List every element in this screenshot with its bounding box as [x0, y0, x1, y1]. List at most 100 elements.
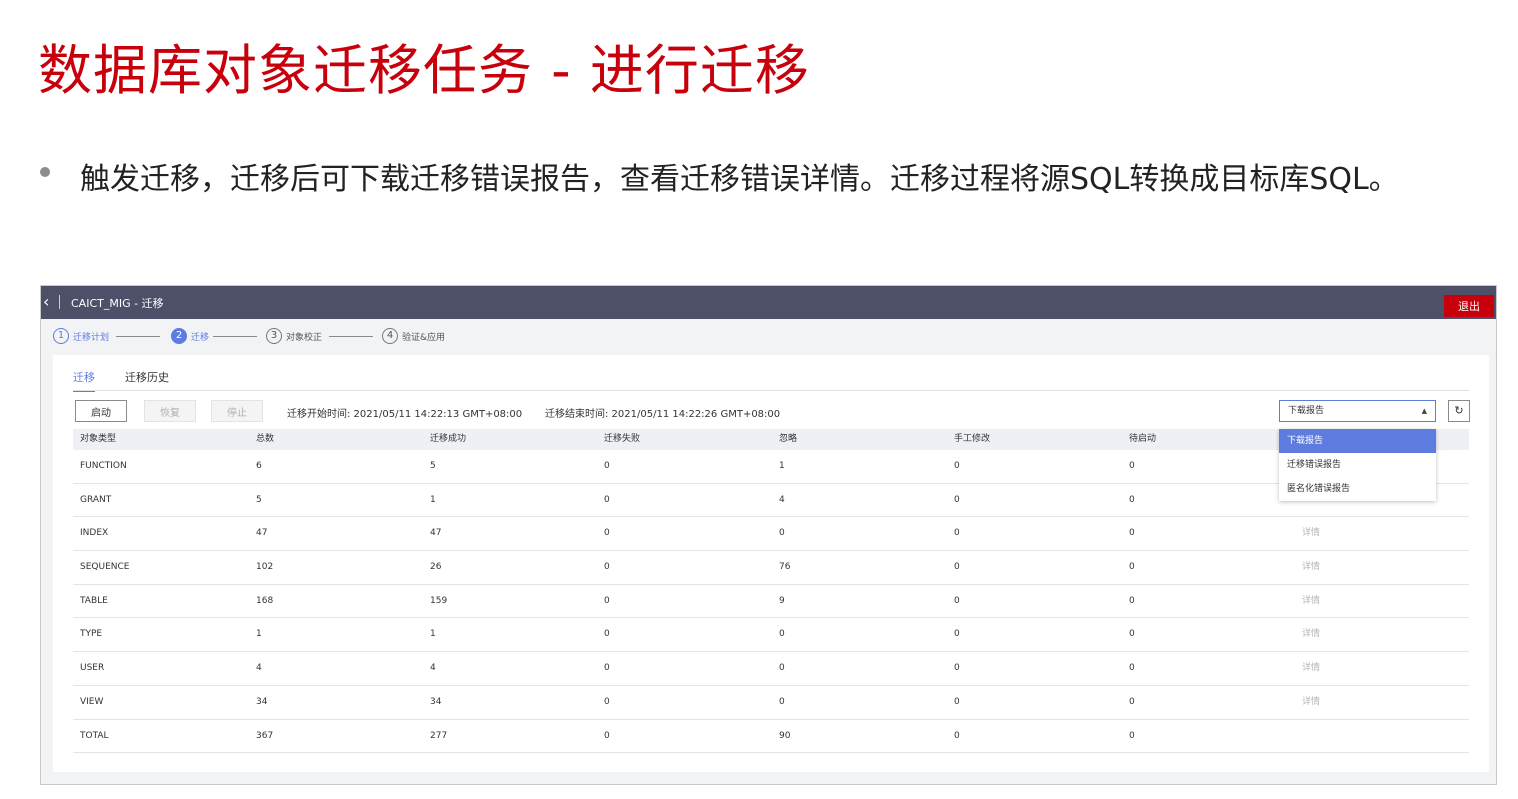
divider [59, 295, 60, 309]
table-row: TABLE 168 159 0 9 0 0 详情 [73, 585, 1469, 619]
table-cell: 0 [604, 528, 610, 539]
column-header: 迁移失败 [604, 434, 641, 444]
refresh-icon: ↻ [1454, 404, 1464, 417]
table-cell: 0 [604, 461, 610, 471]
details-link[interactable]: 详情 [1302, 618, 1320, 651]
app-screenshot: ‹ CAICT_MIG - 迁移 退出 1 迁移计划 2 迁移 3 对象校正 4… [40, 285, 1497, 785]
end-time: 迁移结束时间: 2021/05/11 14:22:26 GMT+08:00 [545, 409, 781, 420]
table-cell: TABLE [80, 595, 108, 606]
step-number: 3 [266, 328, 282, 344]
table-cell: 47 [256, 528, 268, 539]
resume-button[interactable]: 恢复 [144, 400, 196, 422]
report-dropdown-menu: 下载报告 迁移错误报告 匿名化错误报告 [1279, 429, 1436, 501]
table-cell: 5 [430, 461, 436, 471]
step-number: 1 [53, 328, 69, 344]
table-row: USER 4 4 0 0 0 0 详情 [73, 652, 1469, 686]
task-title: CAICT_MIG - 迁移 [71, 297, 164, 310]
table-row: TOTAL 367 277 0 90 0 0 [73, 720, 1469, 754]
step-number: 2 [171, 328, 187, 344]
table-cell: 0 [604, 629, 610, 640]
table-cell: SEQUENCE [80, 562, 130, 573]
table-header: 对象类型 总数 迁移成功 迁移失败 忽略 手工修改 待启动 [73, 429, 1469, 450]
details-link[interactable]: 详情 [1302, 652, 1320, 685]
table-cell: 367 [256, 730, 274, 741]
table-cell: 1 [430, 629, 436, 640]
table-cell: FUNCTION [80, 461, 127, 471]
table-cell: 0 [1129, 595, 1135, 606]
table-cell: 277 [430, 730, 448, 741]
step-object-correction[interactable]: 3 对象校正 [266, 327, 322, 345]
step-connector [213, 336, 257, 337]
column-header: 对象类型 [80, 434, 117, 444]
details-link[interactable]: 详情 [1302, 517, 1320, 550]
table-cell: 90 [779, 730, 791, 741]
table-cell: 9 [779, 595, 785, 606]
table-cell: 1 [256, 629, 262, 640]
table-cell: 0 [1129, 663, 1135, 674]
table-cell: GRANT [80, 494, 112, 505]
exit-button[interactable]: 退出 [1444, 295, 1494, 317]
menu-item-migration-error-report[interactable]: 迁移错误报告 [1279, 453, 1436, 477]
table-cell: 34 [430, 696, 442, 707]
menu-item-anonymization-error-report[interactable]: 匿名化错误报告 [1279, 477, 1436, 501]
table-cell: 0 [954, 595, 960, 606]
table-cell: 0 [604, 663, 610, 674]
table-cell: 102 [256, 562, 274, 573]
table-cell: 0 [604, 494, 610, 505]
progress-stepper: 1 迁移计划 2 迁移 3 对象校正 4 验证&应用 [53, 327, 653, 347]
step-migration[interactable]: 2 迁移 [171, 327, 209, 345]
table-cell: 159 [430, 595, 448, 606]
table-cell: 34 [256, 696, 268, 707]
details-link[interactable]: 详情 [1302, 551, 1320, 584]
table-cell: 0 [954, 730, 960, 741]
table-cell: VIEW [80, 696, 104, 707]
step-label: 迁移计划 [73, 332, 110, 343]
table-cell: 0 [1129, 562, 1135, 573]
step-label: 迁移 [191, 332, 210, 343]
migration-panel: 迁移 迁移历史 启动 恢复 停止 迁移开始时间: 2021/05/11 14:2… [53, 355, 1489, 772]
table-cell: 1 [779, 461, 785, 471]
table-cell: 0 [1129, 528, 1135, 539]
refresh-button[interactable]: ↻ [1448, 400, 1470, 422]
table-cell: TYPE [80, 629, 103, 640]
step-number: 4 [382, 328, 398, 344]
top-bar: ‹ CAICT_MIG - 迁移 退出 [41, 286, 1496, 319]
migration-table: 对象类型 总数 迁移成功 迁移失败 忽略 手工修改 待启动 FUNCTION 6 5 0 1 0 0 GR… [73, 429, 1469, 754]
step-label: 对象校正 [286, 332, 323, 343]
back-arrow-icon[interactable]: ‹ [43, 293, 57, 311]
table-cell: 0 [1129, 494, 1135, 505]
tab-migration[interactable]: 迁移 [73, 369, 95, 392]
table-row: FUNCTION 6 5 0 1 0 0 [73, 450, 1469, 484]
start-time: 迁移开始时间: 2021/05/11 14:22:13 GMT+08:00 [287, 409, 523, 420]
table-cell: 4 [779, 494, 785, 505]
stop-button[interactable]: 停止 [211, 400, 263, 422]
table-cell: 0 [779, 629, 785, 640]
table-cell: 0 [779, 696, 785, 707]
start-button[interactable]: 启动 [75, 400, 127, 422]
table-row: GRANT 5 1 0 4 0 0 [73, 484, 1469, 518]
table-cell: 0 [954, 562, 960, 573]
divider [73, 390, 1469, 391]
table-cell: 4 [430, 663, 436, 674]
table-cell: 6 [256, 461, 262, 471]
tab-migration-history[interactable]: 迁移历史 [125, 369, 169, 390]
bullet-text: 触发迁移，迁移后可下载迁移错误报告，查看迁移错误详情。迁移过程将源SQL转换成目… [80, 162, 1399, 197]
table-cell: 0 [1129, 696, 1135, 707]
table-row: INDEX 47 47 0 0 0 0 详情 [73, 517, 1469, 552]
column-header: 忽略 [779, 434, 798, 444]
step-label: 验证&应用 [402, 332, 446, 343]
caret-up-icon: ▲ [1421, 407, 1427, 415]
table-cell: 0 [604, 696, 610, 707]
step-verify-apply[interactable]: 4 验证&应用 [382, 327, 445, 345]
menu-item-download-report[interactable]: 下载报告 [1279, 429, 1436, 453]
step-migration-plan[interactable]: 1 迁移计划 [53, 327, 109, 345]
step-connector [329, 336, 373, 337]
table-cell: INDEX [80, 528, 109, 539]
table-cell: 168 [256, 595, 274, 606]
table-cell: 26 [430, 562, 442, 573]
details-link[interactable]: 详情 [1302, 585, 1320, 618]
table-row: VIEW 34 34 0 0 0 0 详情 [73, 686, 1469, 720]
report-select[interactable]: 下载报告 ▲ [1279, 400, 1436, 422]
bullet-dot-icon [40, 167, 50, 177]
details-link[interactable]: 详情 [1302, 686, 1320, 719]
